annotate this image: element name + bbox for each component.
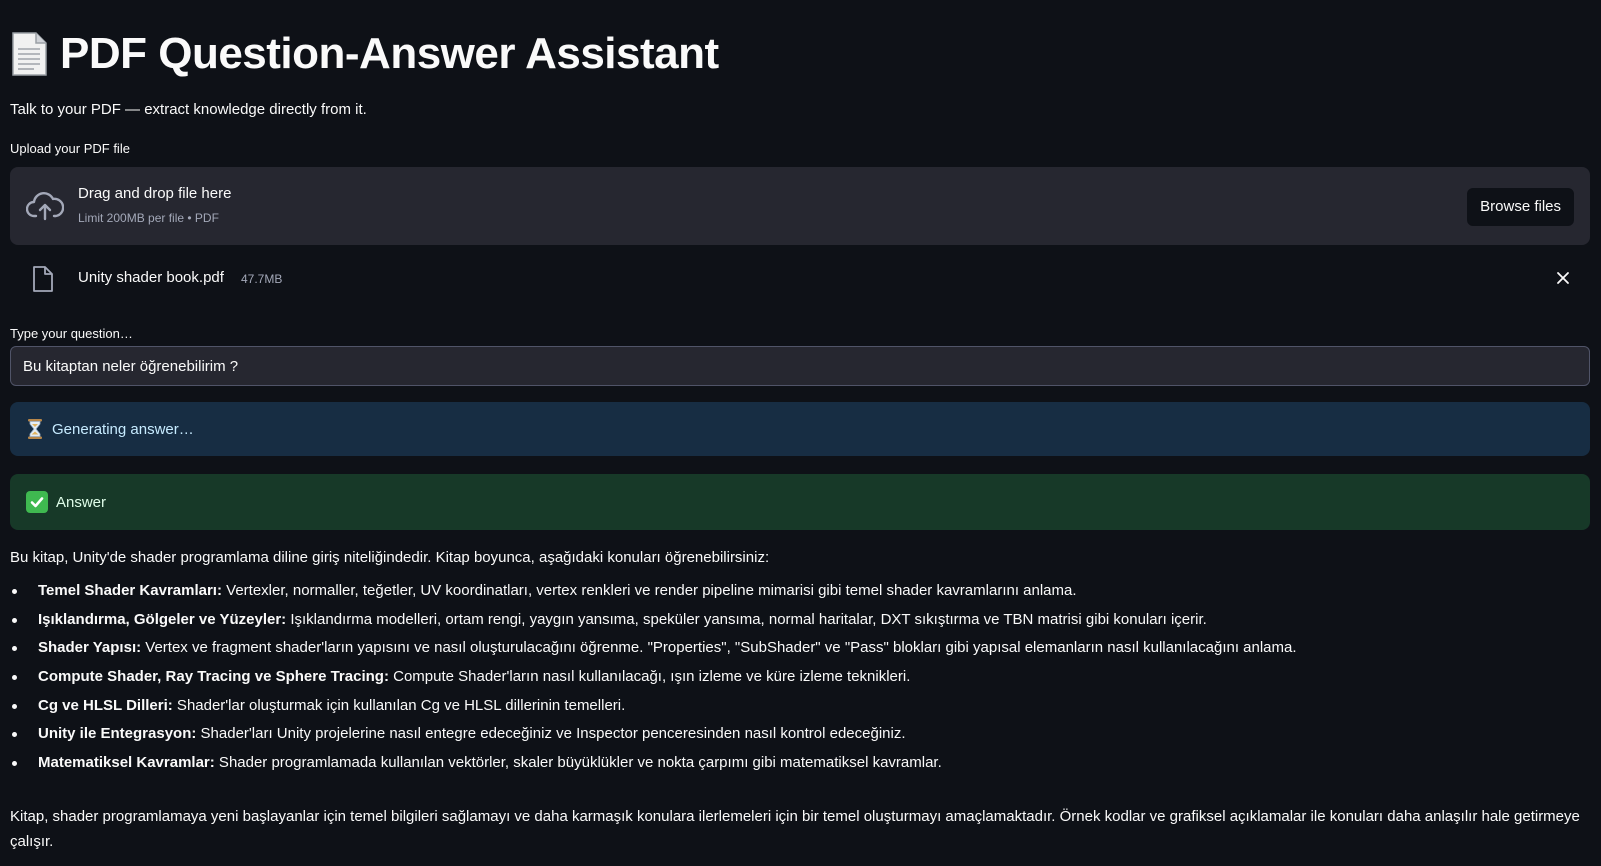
page-title: PDF Question-Answer Assistant [10, 26, 719, 82]
answer-conclusion: Kitap, shader programlamaya yeni başlaya… [10, 808, 1580, 850]
file-dropzone[interactable]: Drag and drop file here Limit 200MB per … [10, 167, 1590, 245]
list-item-text: Shader'lar oluşturmak için kullanılan Cg… [172, 696, 626, 714]
uploaded-file: Unity shader book.pdf 47.7MB [10, 259, 1590, 297]
list-item-title: Compute Shader, Ray Tracing ve Sphere Tr… [38, 668, 389, 686]
list-item-text: Işıklandırma modelleri, ortam rengi, yay… [286, 610, 1207, 628]
list-item: Unity ile Entegrasyon: Shader'ları Unity… [12, 724, 1297, 744]
list-item: Matematiksel Kavramlar: Shader programla… [12, 753, 1297, 773]
page-facing-up-icon [12, 32, 47, 76]
list-item: Shader Yapısı: Vertex ve fragment shader… [12, 638, 1297, 658]
answer-list: Temel Shader Kavramları: Vertexler, norm… [10, 581, 1297, 782]
list-item-title: Matematiksel Kavramlar: [38, 754, 215, 772]
file-icon [33, 266, 53, 292]
uploader-label: Upload your PDF file [10, 141, 130, 156]
list-item-text: Shader programlamada kullanılan vektörle… [214, 754, 942, 772]
question-label: Type your question… [10, 326, 133, 341]
dropzone-limit: Limit 200MB per file • PDF [78, 211, 219, 225]
page-title-text: PDF Question-Answer Assistant [60, 29, 719, 78]
uploaded-file-name: Unity shader book.pdf [78, 269, 224, 286]
list-item-title: Işıklandırma, Gölgeler ve Yüzeyler: [38, 610, 287, 628]
hourglass-icon [28, 419, 42, 439]
answer-header: Answer [10, 474, 1590, 530]
check-mark-icon [26, 491, 48, 513]
dropzone-title: Drag and drop file here [78, 185, 232, 202]
list-item-text: Vertex ve fragment shader'ların yapısını… [141, 639, 1297, 657]
generating-text: Generating answer… [52, 420, 194, 438]
list-item: Temel Shader Kavramları: Vertexler, norm… [12, 581, 1297, 601]
list-item-title: Cg ve HLSL Dilleri: [38, 696, 173, 714]
browse-files-button[interactable]: Browse files [1467, 188, 1574, 226]
list-item-text: Vertexler, normaller, teğetler, UV koord… [221, 582, 1077, 599]
uploaded-file-size: 47.7MB [241, 272, 283, 286]
close-icon[interactable] [1552, 267, 1574, 289]
generating-status: Generating answer… [10, 402, 1590, 456]
list-item-title: Unity ile Entegrasyon: [38, 725, 197, 743]
question-input[interactable] [10, 346, 1590, 386]
list-item: Işıklandırma, Gölgeler ve Yüzeyler: Işık… [12, 610, 1297, 630]
list-item-text: Compute Shader'ların nasıl kullanılacağı… [388, 668, 911, 686]
list-item-title: Temel Shader Kavramları: [38, 582, 222, 599]
list-item: Cg ve HLSL Dilleri: Shader'lar oluşturma… [12, 696, 1297, 716]
list-item: Compute Shader, Ray Tracing ve Sphere Tr… [12, 667, 1297, 687]
list-item-text: Shader'ları Unity projelerine nasıl ente… [196, 725, 906, 743]
answer-header-text: Answer [56, 493, 107, 511]
answer-intro: Bu kitap, Unity'de shader programlama di… [10, 549, 770, 566]
page-subtitle: Talk to your PDF — extract knowledge dir… [10, 101, 367, 118]
cloud-upload-icon [26, 192, 64, 221]
list-item-title: Shader Yapısı: [38, 639, 142, 657]
